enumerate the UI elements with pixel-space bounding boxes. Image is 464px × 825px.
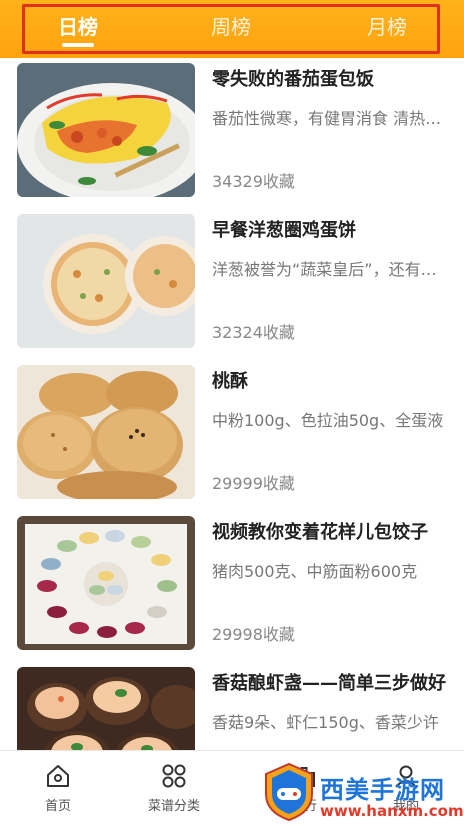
recipe-description: 猪肉500克、中筋面粉600克: [212, 562, 418, 581]
recipe-favorites-count: 32324收藏: [212, 323, 295, 342]
recipe-description: 香菇9朵、虾仁150g、香菜少许: [212, 713, 439, 732]
recipe-title[interactable]: 早餐洋葱圈鸡蛋饼: [212, 218, 448, 244]
recipe-title[interactable]: 香菇酿虾盏——简单三步做好: [212, 671, 448, 697]
recipe-list[interactable]: 零失败的番茄蛋包饭 番茄性微寒，有健胃消食 清热解毒 34329收藏 早餐洋葱圈…: [0, 58, 464, 750]
recipe-item[interactable]: 零失败的番茄蛋包饭 番茄性微寒，有健胃消食 清热解毒 34329收藏: [0, 58, 464, 208]
tab-monthly[interactable]: 月榜: [364, 12, 410, 42]
recipe-title[interactable]: 零失败的番茄蛋包饭: [212, 67, 448, 93]
nav-categories-label: 菜谱分类: [147, 799, 200, 814]
recipe-image-omelette-rice[interactable]: [17, 63, 195, 197]
watermark-title: 西美手游网: [320, 776, 445, 804]
recipe-description: 洋葱被誉为“蔬菜皇后”，还有降血脂: [212, 260, 446, 279]
top-tab-bar: 日榜 周榜 月榜: [0, 0, 464, 58]
nav-categories[interactable]: 菜谱分类: [134, 763, 214, 814]
recipe-description: 中粉100g、色拉油50g、全蛋液: [212, 411, 444, 430]
recipe-favorites-count: 34329收藏: [212, 172, 295, 191]
recipe-image-dumplings[interactable]: [17, 516, 195, 650]
recipe-item[interactable]: 桃酥 中粉100g、色拉油50g、全蛋液 29999收藏: [0, 360, 464, 510]
recipe-item[interactable]: 香菇酿虾盏——简单三步做好 香菇9朵、虾仁150g、香菜少许: [0, 662, 464, 750]
recipe-item[interactable]: 早餐洋葱圈鸡蛋饼 洋葱被誉为“蔬菜皇后”，还有降血脂 32324收藏: [0, 209, 464, 359]
recipe-item[interactable]: 视频教你变着花样儿包饺子 猪肉500克、中筋面粉600克 29998收藏: [0, 511, 464, 661]
site-watermark: 西美手游网 www.hanxm.com: [258, 762, 464, 825]
watermark-url: www.hanxm.com: [320, 802, 464, 820]
gamepad-shield-icon: [265, 762, 313, 822]
recipe-description: 番茄性微寒，有健胃消食 清热解毒: [212, 109, 446, 128]
recipe-image-onion-egg-pancake[interactable]: [17, 214, 195, 348]
recipe-title[interactable]: 视频教你变着花样儿包饺子: [212, 520, 448, 546]
active-tab-indicator: [62, 43, 94, 47]
recipe-favorites-count: 29998收藏: [212, 625, 295, 644]
tab-weekly[interactable]: 周榜: [208, 12, 254, 42]
recipe-title[interactable]: 桃酥: [212, 369, 448, 395]
nav-home[interactable]: 首页: [18, 763, 98, 814]
tab-daily[interactable]: 日榜: [55, 12, 101, 42]
home-icon: [47, 765, 69, 787]
recipe-image-stuffed-mushrooms[interactable]: [17, 667, 195, 750]
recipe-favorites-count: 29999收藏: [212, 474, 295, 493]
grid-icon: [162, 764, 186, 788]
recipe-image-walnut-cookies[interactable]: [17, 365, 195, 499]
nav-home-label: 首页: [44, 799, 71, 814]
